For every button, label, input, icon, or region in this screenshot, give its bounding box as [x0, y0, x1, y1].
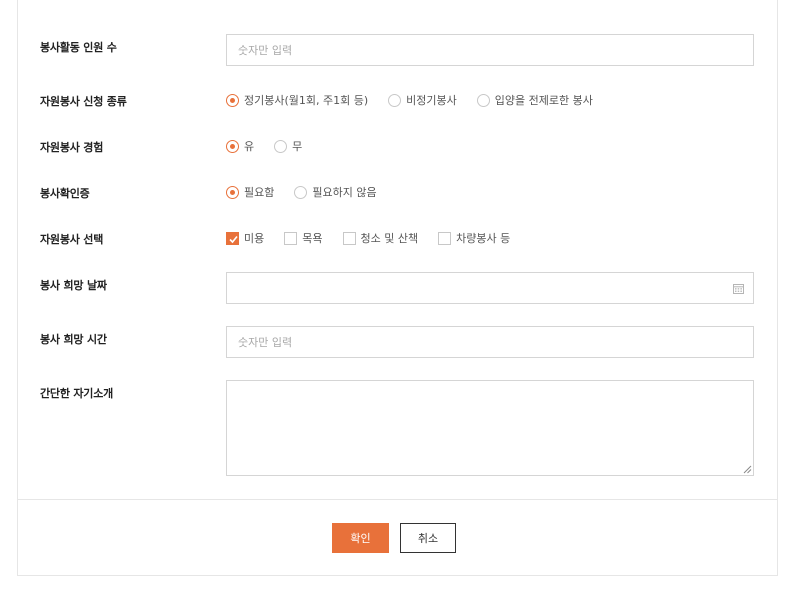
selection-label: 자원봉사 선택	[40, 233, 104, 246]
checkbox-icon[interactable]	[342, 231, 356, 245]
selection-options: 미용 목욕 청소 및 산책 차량봉사 등	[226, 230, 530, 246]
radio-icon[interactable]	[274, 139, 288, 153]
radio-adoption-label: 입양을 전제로한 봉사	[494, 94, 593, 107]
volunteer-count-placeholder: 숫자만 입력	[238, 44, 293, 57]
radio-selected-icon[interactable]	[226, 185, 239, 199]
radio-irregular-label: 비정기봉사	[406, 94, 457, 107]
application-type-options: 정기봉사(월1회, 주1회 등) 비정기봉사 입양을 전제로한 봉사	[226, 92, 613, 108]
checkbox-grooming[interactable]: 미용	[226, 230, 264, 246]
volunteer-count-label: 봉사활동 인원 수	[40, 41, 117, 54]
radio-adoption[interactable]: 입양을 전제로한 봉사	[476, 92, 593, 108]
desired-time-label: 봉사 희망 시간	[40, 333, 107, 346]
radio-certificate-needed-label: 필요함	[244, 186, 275, 199]
checkbox-vehicle[interactable]: 차량봉사 등	[438, 230, 510, 246]
radio-selected-icon[interactable]	[226, 93, 239, 107]
desired-time-placeholder: 숫자만 입력	[238, 336, 293, 349]
checkbox-bathing-label: 목욕	[302, 232, 323, 245]
radio-experience-no[interactable]: 무	[274, 138, 302, 154]
radio-icon[interactable]	[476, 93, 490, 107]
radio-regular[interactable]: 정기봉사(월1회, 주1회 등)	[226, 92, 368, 108]
checkbox-checked-icon[interactable]	[226, 231, 239, 245]
radio-regular-label: 정기봉사(월1회, 주1회 등)	[244, 94, 369, 107]
radio-icon[interactable]	[294, 185, 308, 199]
footer-divider	[18, 499, 778, 500]
intro-label: 간단한 자기소개	[40, 387, 114, 400]
checkbox-cleaning-walk-label: 청소 및 산책	[360, 232, 419, 245]
radio-irregular[interactable]: 비정기봉사	[388, 92, 457, 108]
radio-certificate-not-needed[interactable]: 필요하지 않음	[294, 184, 377, 200]
calendar-icon[interactable]	[733, 283, 744, 294]
radio-icon[interactable]	[388, 93, 402, 107]
checkbox-icon[interactable]	[284, 231, 298, 245]
radio-experience-yes-label: 유	[244, 140, 255, 153]
checkbox-bathing[interactable]: 목욕	[284, 230, 323, 246]
confirm-button[interactable]: 확인	[332, 523, 389, 553]
resize-handle-icon[interactable]	[743, 465, 752, 474]
radio-certificate-not-needed-label: 필요하지 않음	[312, 186, 377, 199]
desired-date-label: 봉사 희망 날짜	[40, 279, 107, 292]
experience-label: 자원봉사 경험	[40, 141, 104, 154]
checkbox-icon[interactable]	[438, 231, 452, 245]
certificate-label: 봉사확인증	[40, 187, 90, 200]
checkbox-grooming-label: 미용	[244, 232, 265, 245]
desired-time-input[interactable]: 숫자만 입력	[226, 326, 754, 358]
radio-experience-no-label: 무	[292, 140, 303, 153]
radio-experience-yes[interactable]: 유	[226, 138, 254, 154]
experience-options: 유 무	[226, 138, 322, 154]
cancel-button[interactable]: 취소	[400, 523, 456, 553]
desired-date-input[interactable]	[226, 272, 754, 304]
radio-certificate-needed[interactable]: 필요함	[226, 184, 274, 200]
application-type-label: 자원봉사 신청 종류	[40, 95, 127, 108]
intro-textarea[interactable]	[226, 380, 754, 476]
radio-selected-icon[interactable]	[226, 139, 239, 153]
volunteer-count-input[interactable]: 숫자만 입력	[226, 34, 754, 66]
certificate-options: 필요함 필요하지 않음	[226, 184, 397, 200]
checkbox-vehicle-label: 차량봉사 등	[456, 232, 511, 245]
checkbox-cleaning-walk[interactable]: 청소 및 산책	[342, 230, 419, 246]
